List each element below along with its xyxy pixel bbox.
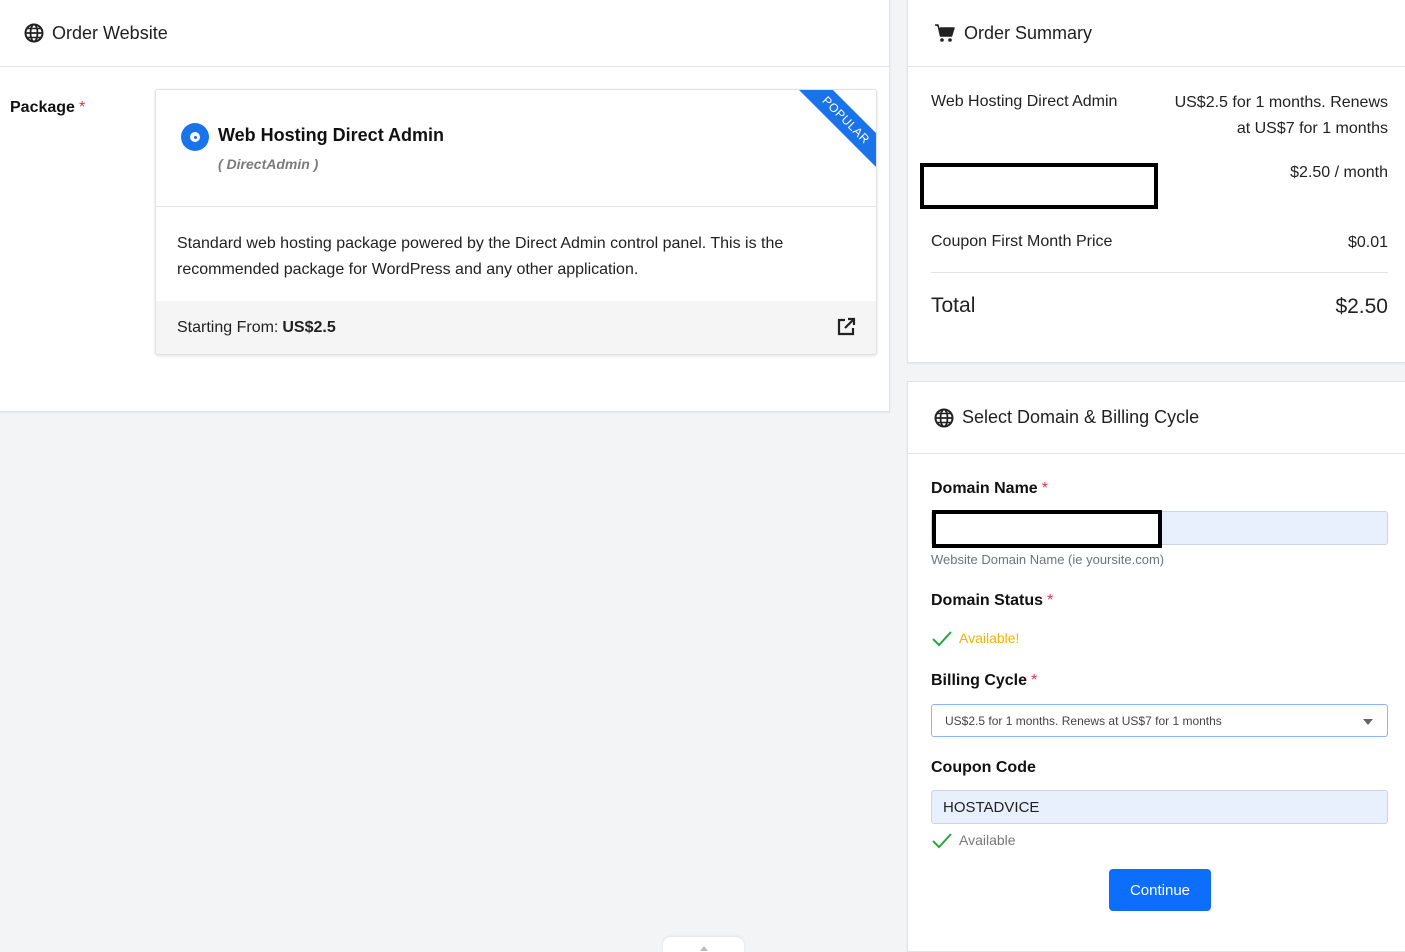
package-option-header: Web Hosting Direct Admin ( DirectAdmin )…: [156, 90, 876, 207]
required-mark: *: [1031, 672, 1038, 689]
order-website-header: Order Website: [0, 0, 889, 67]
coupon-status: Available: [931, 831, 1016, 849]
cart-icon: [934, 23, 956, 43]
order-website-title: Order Website: [52, 22, 168, 43]
package-option-card[interactable]: Web Hosting Direct Admin ( DirectAdmin )…: [155, 89, 877, 355]
summary-total-label: Total: [931, 294, 976, 317]
domain-status-label: Domain Status *: [931, 592, 1053, 610]
scroll-to-top-tab[interactable]: [663, 937, 744, 952]
package-label: Package *: [10, 99, 85, 117]
billing-cycle-label: Billing Cycle *: [931, 672, 1037, 690]
domain-billing-header: Select Domain & Billing Cycle: [908, 382, 1405, 454]
external-link-icon[interactable]: [836, 317, 856, 337]
summary-total-value: $2.50: [1335, 295, 1388, 318]
check-icon: [931, 831, 953, 849]
popular-ribbon: POPULAR: [796, 90, 876, 170]
domain-status-value: Available!: [959, 630, 1020, 646]
order-summary-header: Order Summary: [908, 0, 1405, 67]
package-label-text: Package: [10, 99, 75, 116]
domain-status: Available!: [931, 629, 1019, 647]
required-mark: *: [1047, 592, 1054, 609]
summary-divider: [931, 272, 1388, 273]
summary-item-price: US$2.5 for 1 months. Renews at US$7 for …: [1174, 94, 1388, 137]
coupon-code-input[interactable]: HOSTADVICE: [931, 790, 1388, 824]
domain-name-label: Domain Name *: [931, 480, 1048, 498]
summary-total-row: Total $2.50: [931, 294, 1388, 324]
domain-status-label-text: Domain Status: [931, 592, 1044, 609]
chevron-down-icon: [1363, 719, 1373, 725]
package-subtitle: ( DirectAdmin ): [218, 156, 319, 172]
summary-coupon-label: Coupon First Month Price: [931, 233, 1113, 250]
required-mark: *: [78, 99, 86, 116]
redacted-box: [932, 510, 1162, 548]
package-radio-button[interactable]: [181, 123, 209, 151]
summary-item-name: Web Hosting Direct Admin: [931, 93, 1118, 110]
billing-cycle-value: US$2.5 for 1 months. Renews at US$7 for …: [945, 713, 1222, 728]
globe-icon: [934, 408, 954, 428]
order-summary-title: Order Summary: [964, 22, 1093, 43]
required-mark: *: [1041, 480, 1048, 497]
coupon-code-value: HOSTADVICE: [943, 798, 1040, 816]
domain-name-label-text: Domain Name: [931, 480, 1038, 497]
domain-help-text: Website Domain Name (ie yoursite.com): [931, 552, 1165, 567]
order-summary-card: Order Summary Web Hosting Direct Admin U…: [907, 0, 1405, 363]
check-icon: [931, 629, 953, 647]
domain-billing-title: Select Domain & Billing Cycle: [962, 407, 1200, 427]
summary-monthly-price: $2.50 / month: [1290, 164, 1388, 181]
continue-button[interactable]: Continue: [1109, 869, 1211, 911]
summary-coupon-row: Coupon First Month Price $0.01: [931, 230, 1388, 260]
billing-cycle-select[interactable]: US$2.5 for 1 months. Renews at US$7 for …: [931, 704, 1388, 737]
starting-from-price: US$2.5: [282, 318, 336, 336]
summary-coupon-price: $0.01: [1347, 234, 1388, 251]
coupon-status-value: Available: [959, 832, 1016, 848]
summary-item-row: Web Hosting Direct Admin US$2.5 for 1 mo…: [931, 90, 1388, 146]
package-footer: Starting From: US$2.5: [156, 301, 876, 354]
package-description: Standard web hosting package powered by …: [177, 235, 784, 278]
chevron-up-icon: [699, 946, 708, 951]
package-name: Web Hosting Direct Admin: [218, 125, 445, 145]
summary-monthly-row: $2.50 / month: [931, 160, 1388, 190]
billing-cycle-label-text: Billing Cycle: [931, 672, 1028, 689]
domain-billing-card: Select Domain & Billing Cycle Domain Nam…: [907, 381, 1405, 952]
popular-ribbon-text: POPULAR: [796, 90, 876, 170]
coupon-code-label: Coupon Code: [931, 759, 1036, 776]
starting-from-label: Starting From:: [177, 318, 279, 336]
order-website-card: Order Website Package * Web Hosting Direc…: [0, 0, 890, 412]
globe-icon: [24, 23, 44, 43]
